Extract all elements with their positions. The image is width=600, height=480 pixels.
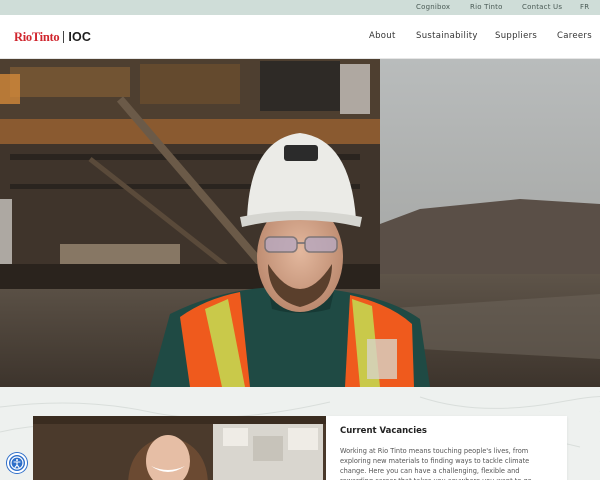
office-worker-photo <box>33 416 326 480</box>
vacancies-card: Current Vacancies Working at Rio Tinto m… <box>326 416 567 480</box>
hero-image <box>0 59 600 387</box>
utility-bar: Cognibox Rio Tinto Contact Us FR <box>0 0 600 15</box>
utility-link-contact-us[interactable]: Contact Us <box>522 3 562 11</box>
logo-divider <box>63 31 65 43</box>
vacancies-title: Current Vacancies <box>340 426 427 436</box>
vacancies-description: Working at Rio Tinto means touching peop… <box>340 447 534 480</box>
nav-item-sustainability[interactable]: Sustainability <box>416 31 478 41</box>
accessibility-button[interactable] <box>7 453 27 473</box>
site-logo[interactable]: RioTinto IOC <box>14 29 91 45</box>
vacancies-photo <box>33 416 326 480</box>
hero-photo-worker <box>0 59 600 387</box>
nav-item-about[interactable]: About <box>369 31 396 41</box>
logo-brand: RioTinto <box>14 29 60 44</box>
nav-item-careers[interactable]: Careers <box>557 31 592 41</box>
logo-division: IOC <box>68 30 92 44</box>
nav-item-suppliers[interactable]: Suppliers <box>495 31 537 41</box>
utility-link-cognibox[interactable]: Cognibox <box>416 3 450 11</box>
accessibility-icon <box>10 456 24 470</box>
vacancies-section: Current Vacancies Working at Rio Tinto m… <box>0 387 600 480</box>
utility-link-rio-tinto[interactable]: Rio Tinto <box>470 3 503 11</box>
site-header: RioTinto IOC About Sustainability Suppli… <box>0 15 600 59</box>
language-toggle-fr[interactable]: FR <box>580 3 589 11</box>
